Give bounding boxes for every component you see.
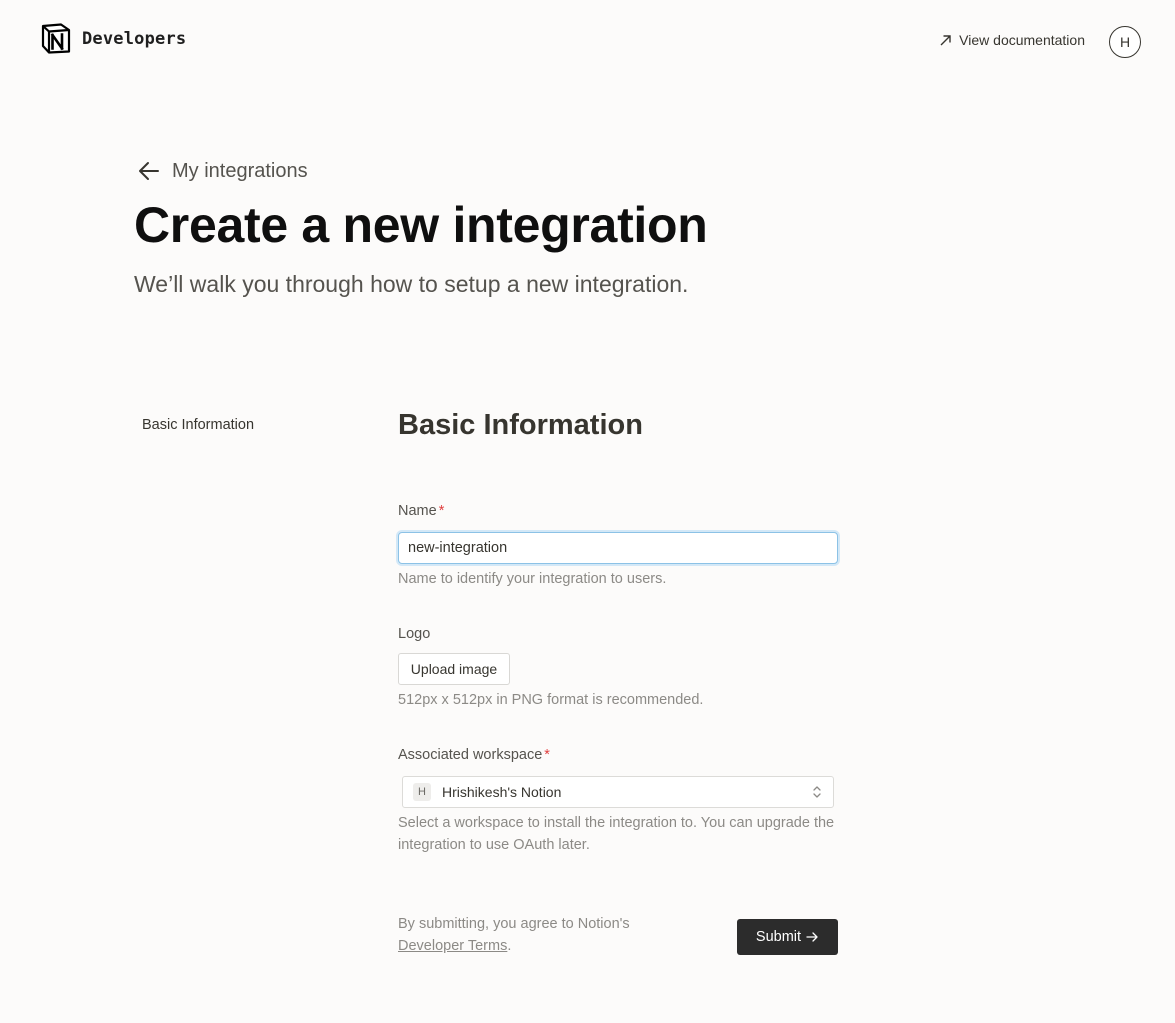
arrow-right-icon (806, 932, 818, 942)
terms-suffix: . (507, 938, 512, 954)
notion-logo-icon[interactable] (40, 22, 72, 54)
terms-prefix: By submitting, you agree to Notion's (398, 916, 630, 932)
submit-label: Submit (755, 929, 802, 945)
user-avatar[interactable]: H (1109, 26, 1141, 58)
workspace-badge: H (413, 783, 431, 801)
view-documentation-link[interactable]: View documentation (939, 32, 1085, 48)
top-header: Developers View documentation H (0, 0, 1175, 82)
arrow-up-right-icon (940, 34, 951, 45)
name-label-text: Name (398, 503, 437, 519)
name-input[interactable] (398, 532, 838, 564)
required-mark: * (438, 503, 445, 519)
logo-field-label: Logo (398, 626, 431, 642)
workspace-selected-value: Hrishikesh's Notion (442, 784, 562, 800)
page-title: Create a new integration (134, 197, 708, 253)
back-link-label: My integrations (172, 159, 308, 182)
workspace-label-text: Associated workspace (398, 747, 543, 763)
brand-name: Developers (82, 29, 187, 49)
view-documentation-label: View documentation (959, 32, 1085, 48)
developer-terms-link[interactable]: Developer Terms (398, 938, 507, 954)
logo-help-text: 512px x 512px in PNG format is recommend… (398, 692, 704, 708)
name-help-text: Name to identify your integration to use… (398, 571, 667, 587)
workspace-field-label: Associated workspace * (398, 747, 550, 763)
submit-button[interactable]: Submit (737, 919, 838, 955)
required-mark: * (544, 747, 550, 763)
side-nav-item-basic-information[interactable]: Basic Information (142, 417, 254, 433)
workspace-help-text: Select a workspace to install the integr… (398, 815, 835, 853)
section-title: Basic Information (398, 409, 643, 441)
upload-image-button[interactable]: Upload image (398, 653, 510, 685)
name-field-label: Name * (398, 503, 444, 519)
workspace-select[interactable]: H Hrishikesh's Notion (402, 776, 834, 808)
back-to-my-integrations-link[interactable]: My integrations (136, 158, 308, 184)
page-subtitle: We’ll walk you through how to setup a ne… (134, 271, 689, 297)
chevron-updown-icon (813, 786, 821, 798)
arrow-left-icon (139, 162, 159, 180)
terms-text: By submitting, you agree to Notion's Dev… (398, 913, 630, 957)
